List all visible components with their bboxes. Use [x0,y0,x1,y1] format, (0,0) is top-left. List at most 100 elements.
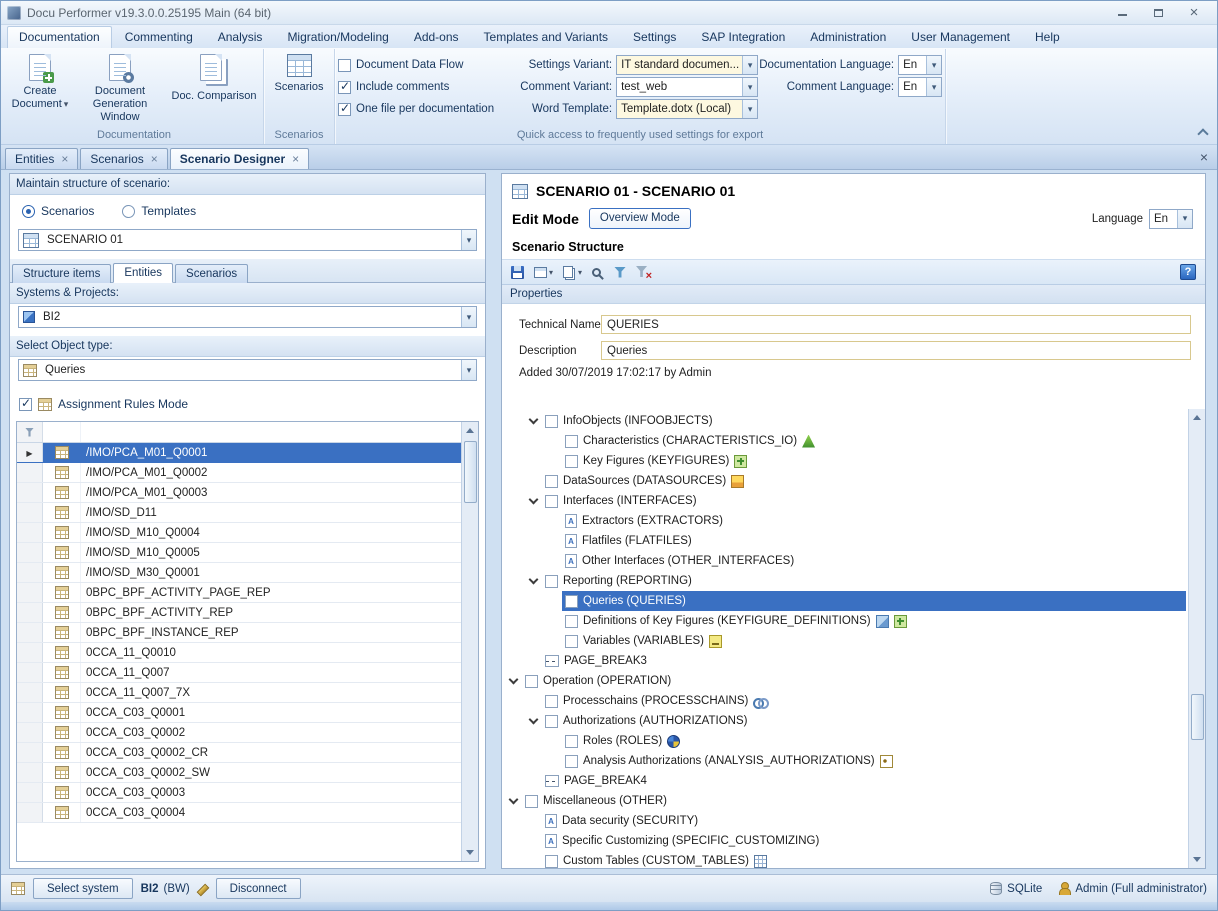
node-checkbox[interactable] [565,615,578,628]
ribbon-tab-sap-integration[interactable]: SAP Integration [689,26,797,48]
ribbon-tab-help[interactable]: Help [1023,26,1072,48]
tree-node-specific-customizing-specific-customizing[interactable]: Specific Customizing (SPECIFIC_CUSTOMIZI… [502,831,1188,851]
tree-node-data-security-security[interactable]: Data security (SECURITY) [502,811,1188,831]
tree-node-operation-operation[interactable]: Operation (OPERATION) [502,671,1188,691]
node-checkbox[interactable] [545,475,558,488]
scroll-down-icon[interactable] [1189,851,1206,868]
option-document-data-flow[interactable]: Document Data Flow [338,54,508,76]
grid-scrollbar[interactable] [461,422,478,861]
collapse-ribbon-icon[interactable] [1198,127,1207,136]
node-checkbox[interactable] [565,635,578,648]
tree-node-characteristics-characteristics-io[interactable]: Characteristics (CHARACTERISTICS_IO) [502,431,1188,451]
dropdown-icon[interactable] [742,100,757,118]
grid-row[interactable]: 0CCA_C03_Q0002_CR [17,743,461,763]
tree-node-reporting-reporting[interactable]: Reporting (REPORTING) [502,571,1188,591]
dropdown-icon[interactable] [742,78,757,96]
display-options-button[interactable] [531,262,556,282]
node-checkbox[interactable] [565,755,578,768]
ribbon-tab-documentation[interactable]: Documentation [7,26,112,48]
grid-row[interactable]: /IMO/SD_M10_Q0005 [17,543,461,563]
tab-structure-items[interactable]: Structure items [12,264,111,283]
grid-row[interactable]: 0BPC_BPF_ACTIVITY_PAGE_REP [17,583,461,603]
system-combo[interactable]: BI2 [18,306,477,328]
ribbon-tab-migration-modeling[interactable]: Migration/Modeling [275,26,400,48]
language-combo[interactable]: En [1149,209,1193,229]
ribbon-tab-administration[interactable]: Administration [798,26,898,48]
dropdown-icon[interactable] [1177,210,1192,228]
option-one-file-per-documentation[interactable]: One file per documentation [338,98,508,120]
radio-scenarios[interactable]: Scenarios [22,204,94,218]
ribbon-tab-add-ons[interactable]: Add-ons [402,26,471,48]
restore-button[interactable] [1147,5,1169,21]
node-checkbox[interactable] [545,495,558,508]
scrollbar-thumb[interactable] [464,441,477,503]
grid-row[interactable]: 0CCA_C03_Q0004 [17,803,461,823]
grid-row[interactable]: /IMO/PCA_M01_Q0003 [17,483,461,503]
ribbon-tab-commenting[interactable]: Commenting [113,26,205,48]
expand-icon[interactable] [508,675,518,685]
tree-node-queries-queries[interactable]: Queries (QUERIES) [502,591,1188,611]
node-checkbox[interactable] [545,415,558,428]
ribbon-tab-settings[interactable]: Settings [621,26,688,48]
grid-row[interactable]: /IMO/PCA_M01_Q0001 [17,443,461,463]
node-checkbox[interactable] [545,695,558,708]
combo-comment-language[interactable]: En [898,77,942,97]
clear-filter-button[interactable] [633,262,653,282]
save-button[interactable] [508,262,527,282]
tree-node-page-break4[interactable]: PAGE_BREAK4 [502,771,1188,791]
help-button[interactable] [1177,262,1199,282]
tree-node-page-break3[interactable]: PAGE_BREAK3 [502,651,1188,671]
expand-icon[interactable] [528,715,538,725]
tree-node-infoobjects-infoobjects[interactable]: InfoObjects (INFOOBJECTS) [502,411,1188,431]
search-button[interactable] [589,262,607,282]
close-document-icon[interactable] [1195,148,1213,166]
tree-node-processchains-processchains[interactable]: Processchains (PROCESSCHAINS) [502,691,1188,711]
grid-row[interactable]: 0CCA_C03_Q0002_SW [17,763,461,783]
combo-comment-variant[interactable]: test_web [616,77,758,97]
tree-node-definitions-of-key-figures-keyfigure-definitions[interactable]: Definitions of Key Figures (KEYFIGURE_DE… [502,611,1188,631]
minimize-button[interactable] [1111,5,1133,21]
scenario-combo[interactable]: SCENARIO 01 [18,229,477,251]
scroll-up-icon[interactable] [1189,409,1206,426]
doc-tab-entities[interactable]: Entities [5,148,78,169]
tree-node-key-figures-keyfigures[interactable]: Key Figures (KEYFIGURES) [502,451,1188,471]
expand-icon[interactable] [508,795,518,805]
disconnect-button[interactable]: Disconnect [216,878,301,899]
grid-row[interactable]: 0CCA_11_Q007_7X [17,683,461,703]
copy-structure-button[interactable] [560,262,585,282]
node-checkbox[interactable] [545,575,558,588]
tree-node-authorizations-authorizations[interactable]: Authorizations (AUTHORIZATIONS) [502,711,1188,731]
node-checkbox[interactable] [565,735,578,748]
grid-row[interactable]: 0CCA_C03_Q0003 [17,783,461,803]
grid-row[interactable]: /IMO/PCA_M01_Q0002 [17,463,461,483]
expand-icon[interactable] [528,575,538,585]
description-field[interactable]: Queries [601,341,1191,360]
dropdown-icon[interactable] [461,307,476,327]
dropdown-icon[interactable] [926,78,941,96]
grid-filter-row[interactable] [17,422,461,443]
tree-node-other-interfaces-other-interfaces[interactable]: Other Interfaces (OTHER_INTERFACES) [502,551,1188,571]
expand-icon[interactable] [528,415,538,425]
doc-comparison-button[interactable]: Doc. Comparison [168,49,260,103]
tree-node-analysis-authorizations-analysis-authorizations[interactable]: Analysis Authorizations (ANALYSIS_AUTHOR… [502,751,1188,771]
close-tab-icon[interactable] [61,152,68,166]
tree-node-variables-variables[interactable]: Variables (VARIABLES) [502,631,1188,651]
object-type-combo[interactable]: Queries [18,359,477,381]
node-checkbox[interactable] [525,675,538,688]
scenarios-button[interactable]: Scenarios [267,49,331,94]
close-tab-icon[interactable] [151,152,158,166]
grid-row[interactable]: /IMO/SD_M30_Q0001 [17,563,461,583]
ribbon-tab-templates-and-variants[interactable]: Templates and Variants [472,26,621,48]
grid-row[interactable]: 0CCA_11_Q0010 [17,643,461,663]
grid-row[interactable]: 0CCA_11_Q007 [17,663,461,683]
grid-row[interactable]: 0CCA_C03_Q0002 [17,723,461,743]
grid-row[interactable]: /IMO/SD_M10_Q0004 [17,523,461,543]
tree-node-roles-roles[interactable]: Roles (ROLES) [502,731,1188,751]
scroll-up-icon[interactable] [462,422,479,439]
technical-name-field[interactable]: QUERIES [601,315,1191,334]
tree-node-miscellaneous-other[interactable]: Miscellaneous (OTHER) [502,791,1188,811]
combo-settings-variant[interactable]: IT standard documen... [616,55,758,75]
overview-mode-button[interactable]: Overview Mode [589,208,691,229]
scroll-down-icon[interactable] [462,844,479,861]
expand-icon[interactable] [528,495,538,505]
